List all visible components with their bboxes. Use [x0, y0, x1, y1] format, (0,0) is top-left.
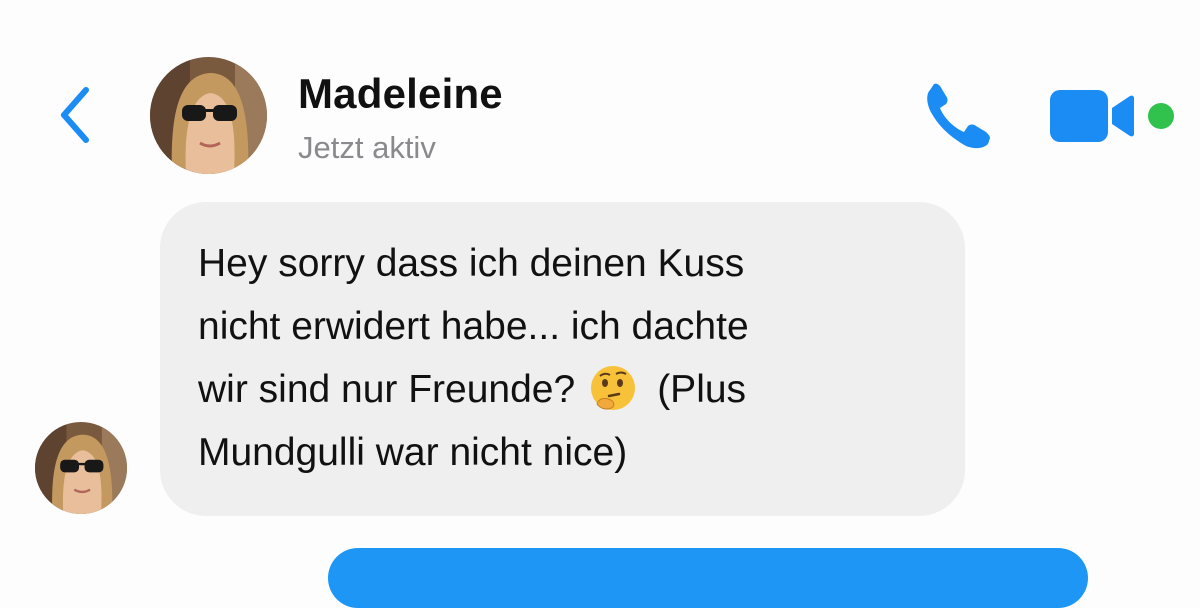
chevron-left-icon	[61, 87, 89, 143]
incoming-message-bubble[interactable]: Hey sorry dass ich deinen Kuss nicht erw…	[160, 202, 965, 516]
contact-name[interactable]: Madeleine	[298, 70, 503, 118]
chat-header: Madeleine Jetzt aktiv	[0, 0, 1200, 195]
message-text: (Plus	[657, 368, 747, 411]
message-line-with-emoji: wir sind nur Freunde? (Plus	[198, 358, 935, 421]
contact-avatar[interactable]	[150, 57, 267, 174]
sender-avatar[interactable]	[35, 422, 127, 514]
message-line: Hey sorry dass ich deinen Kuss	[198, 242, 745, 285]
audio-call-button[interactable]	[922, 82, 996, 152]
video-camera-icon	[1050, 90, 1134, 142]
phone-icon	[927, 83, 990, 149]
message-text: wir sind nur Freunde?	[198, 368, 576, 411]
video-call-button[interactable]	[1050, 90, 1136, 142]
contact-status: Jetzt aktiv	[298, 130, 436, 165]
back-button[interactable]	[52, 82, 100, 148]
message-line: Mundgulli war nicht nice)	[198, 431, 628, 474]
outgoing-message-bubble[interactable]	[328, 548, 1088, 608]
message-line: nicht erwidert habe... ich dachte	[198, 305, 749, 348]
online-status-indicator	[1148, 103, 1174, 129]
thinking-face-emoji	[591, 366, 636, 410]
